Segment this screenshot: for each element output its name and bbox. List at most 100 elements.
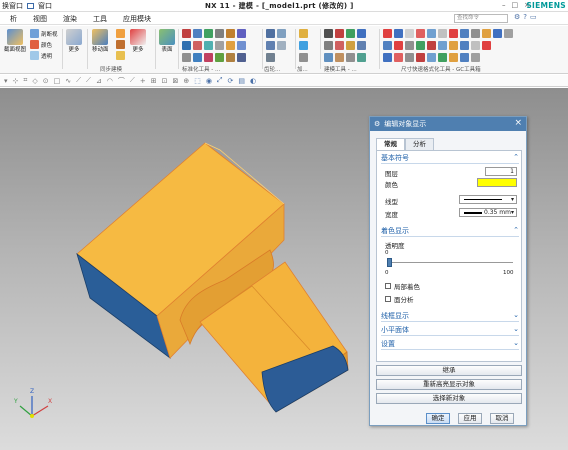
snap-icon[interactable]: ⌗ [23, 76, 27, 85]
section-basic-symbols[interactable]: 基本符号 ⌃ [381, 153, 519, 164]
snap-icon[interactable]: ⟋ [130, 76, 135, 85]
dimension-icon[interactable] [460, 53, 469, 62]
tool-icon[interactable] [226, 41, 235, 50]
apply-button[interactable]: 应用 [458, 413, 482, 424]
dimension-icon[interactable] [416, 29, 425, 38]
dimension-icon[interactable] [405, 53, 414, 62]
snap-icon[interactable]: ⊠ [172, 77, 178, 85]
clip-view-button[interactable]: 剖断视 [30, 29, 58, 38]
dimension-icon[interactable] [438, 53, 447, 62]
tool-icon[interactable] [204, 29, 213, 38]
dimension-icon[interactable] [427, 53, 436, 62]
tool-icon[interactable] [204, 41, 213, 50]
tool-icon[interactable] [215, 29, 224, 38]
tool-icon[interactable] [335, 29, 344, 38]
section-shaded-display[interactable]: 着色显示 ⌃ [381, 226, 519, 237]
dimension-icon[interactable] [471, 53, 480, 62]
tool-icon[interactable] [299, 41, 308, 50]
tool-icon[interactable] [193, 53, 202, 62]
ribbon-toggle-icon[interactable]: ▭ [530, 13, 537, 21]
move-face-button[interactable]: 移动面 [92, 29, 109, 53]
dimension-icon[interactable] [504, 29, 513, 38]
section-settings[interactable]: 设置 ⌄ [381, 339, 519, 350]
linetype-select[interactable]: ▾ [459, 195, 517, 204]
dimension-icon[interactable] [405, 41, 414, 50]
dimension-icon[interactable] [449, 53, 458, 62]
dimension-icon[interactable] [416, 53, 425, 62]
surface-button[interactable]: 表面 [159, 29, 175, 53]
tool-icon[interactable] [182, 53, 191, 62]
triangle-icon[interactable] [324, 29, 333, 38]
gear-icon[interactable] [277, 41, 286, 50]
tool-icon[interactable] [193, 41, 202, 50]
snap-icon[interactable]: ⊙ [43, 77, 49, 85]
menu-analysis[interactable]: 析 [2, 14, 25, 24]
inherit-button[interactable]: 继承 [376, 365, 522, 376]
snap-icon[interactable]: ⌒ [118, 76, 125, 86]
transparency-slider-track[interactable] [387, 262, 513, 263]
menu-applications[interactable]: 应用模块 [115, 14, 159, 24]
rotate-icon[interactable]: ⟳ [228, 77, 234, 85]
dimension-icon[interactable] [383, 41, 392, 50]
render-style-icon[interactable]: ◉ [206, 77, 212, 85]
dimension-icon[interactable] [471, 29, 480, 38]
snap-icon[interactable]: ∿ [65, 77, 71, 85]
tab-analysis[interactable]: 分析 [405, 138, 434, 150]
dimension-icon[interactable] [460, 29, 469, 38]
dimension-icon[interactable] [438, 41, 447, 50]
minimize-button[interactable]: – [502, 1, 506, 9]
dimension-icon[interactable] [427, 29, 436, 38]
dimension-icon[interactable] [460, 41, 469, 50]
rehighlight-button[interactable]: 重新高亮显示对象 [376, 379, 522, 390]
dimension-icon[interactable] [482, 41, 491, 50]
dimension-icon[interactable] [449, 41, 458, 50]
tool-icon[interactable] [357, 29, 366, 38]
tool-icon[interactable] [335, 53, 344, 62]
snap-icon[interactable]: ⟋ [86, 76, 91, 85]
tool-icon[interactable] [346, 53, 355, 62]
snap-icon[interactable]: ⊡ [162, 77, 168, 85]
gear-icon[interactable] [266, 41, 275, 50]
sync-tool-icon[interactable] [116, 29, 125, 38]
section-facet-body[interactable]: 小平面体 ⌄ [381, 325, 519, 336]
shading-icon[interactable]: ◐ [250, 77, 256, 85]
more-button-1[interactable]: 更多 [66, 29, 82, 53]
local-shading-checkbox[interactable]: 局部着色 [385, 281, 420, 291]
layer-input[interactable]: 1 [485, 167, 517, 176]
tool-icon[interactable] [357, 53, 366, 62]
menu-tools[interactable]: 工具 [85, 14, 115, 24]
help-icon[interactable]: ? [523, 13, 527, 21]
tool-icon[interactable] [357, 41, 366, 50]
tool-icon[interactable] [346, 41, 355, 50]
tool-icon[interactable] [237, 41, 246, 50]
face-analysis-checkbox[interactable]: 面分析 [385, 294, 414, 304]
tool-icon[interactable] [215, 53, 224, 62]
sync-tool-icon[interactable] [116, 51, 125, 60]
gear-icon[interactable] [266, 53, 275, 62]
gear-icon[interactable] [277, 29, 286, 38]
dimension-icon[interactable] [471, 41, 480, 50]
tool-icon[interactable] [237, 29, 246, 38]
color-button[interactable]: 颜色 [30, 40, 52, 49]
transparency-slider-thumb[interactable] [387, 258, 392, 267]
switch-window-button[interactable]: 换窗口 [2, 1, 23, 11]
tool-icon[interactable] [182, 41, 191, 50]
snap-icon[interactable]: ◠ [107, 77, 113, 85]
dimension-icon[interactable] [438, 29, 447, 38]
tool-icon[interactable] [335, 41, 344, 50]
zoom-fit-icon[interactable]: ⤢ [217, 76, 223, 85]
dimension-icon[interactable] [405, 29, 414, 38]
tool-icon[interactable] [346, 29, 355, 38]
snap-icon[interactable]: ⊞ [151, 77, 157, 85]
dimension-icon[interactable] [416, 41, 425, 50]
gear-icon[interactable] [266, 29, 275, 38]
color-swatch[interactable] [477, 178, 517, 187]
snap-icon[interactable]: ⊿ [96, 77, 102, 85]
window-menu[interactable]: 窗口 [38, 1, 52, 11]
ok-button[interactable]: 确定 [426, 413, 450, 424]
dimension-icon[interactable] [394, 41, 403, 50]
cancel-button[interactable]: 取消 [490, 413, 514, 424]
tab-general[interactable]: 常规 [376, 138, 405, 150]
section-wireframe-display[interactable]: 线框显示 ⌄ [381, 311, 519, 322]
dimension-icon[interactable] [394, 53, 403, 62]
